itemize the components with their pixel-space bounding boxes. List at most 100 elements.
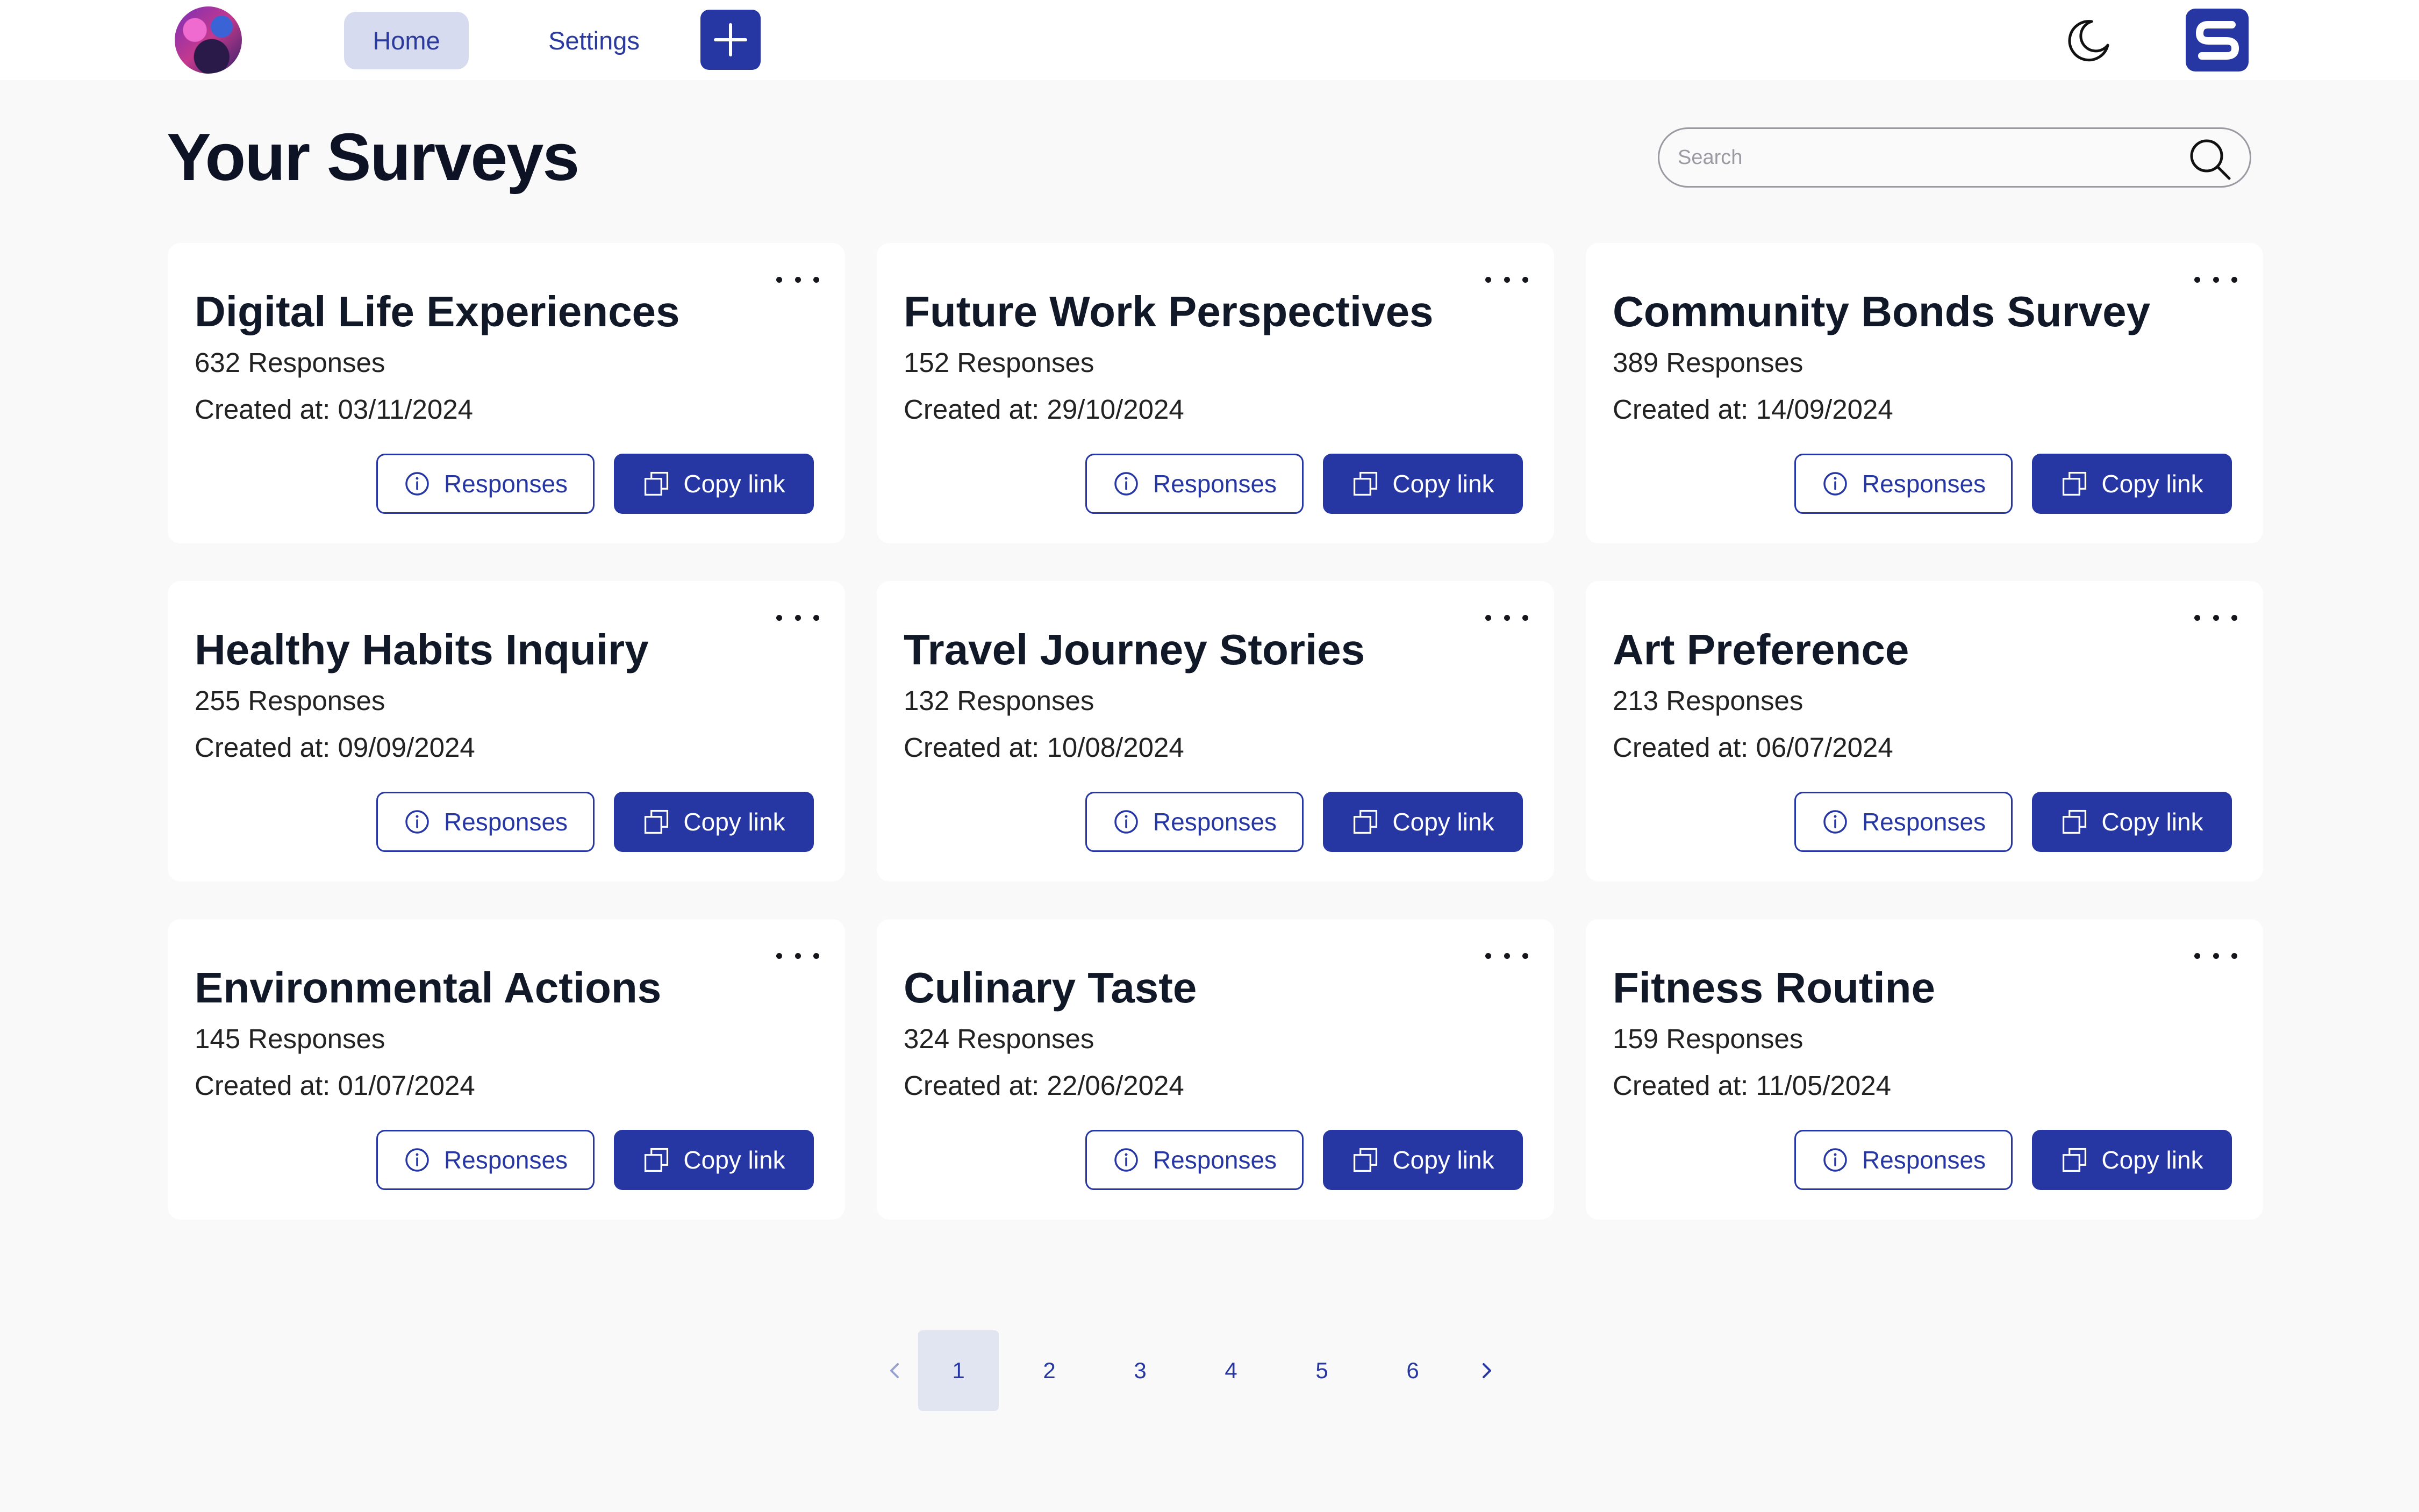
card-menu-button[interactable]	[776, 269, 819, 290]
menu-dot	[795, 952, 801, 959]
card-menu-button[interactable]	[1485, 607, 1528, 628]
copy-link-button[interactable]: Copy link	[2032, 1130, 2232, 1190]
responses-button[interactable]: Responses	[1794, 792, 2013, 852]
card-menu-button[interactable]	[2194, 269, 2237, 290]
response-count: 389 Responses	[1613, 347, 1803, 378]
card-menu-button[interactable]	[1485, 945, 1528, 966]
survey-card: Art Preference 213 Responses Created at:…	[1586, 581, 2263, 882]
survey-card: Fitness Routine 159 Responses Created at…	[1586, 919, 2263, 1220]
responses-button-label: Responses	[1862, 808, 1986, 836]
responses-button-label: Responses	[443, 1146, 568, 1174]
responses-button[interactable]: Responses	[1085, 454, 1304, 514]
info-icon	[1823, 472, 1847, 496]
theme-toggle-button[interactable]	[2063, 15, 2114, 66]
response-count: 159 Responses	[1613, 1023, 1803, 1054]
menu-dot	[2194, 276, 2200, 283]
responses-button[interactable]: Responses	[376, 1130, 595, 1190]
survey-card: Environmental Actions 145 Responses Crea…	[168, 919, 845, 1220]
response-count: 152 Responses	[904, 347, 1094, 378]
copy-link-button[interactable]: Copy link	[614, 792, 814, 852]
copy-link-button[interactable]: Copy link	[614, 454, 814, 514]
page-4-button[interactable]: 4	[1191, 1330, 1271, 1411]
prev-page-button[interactable]	[871, 1330, 918, 1411]
card-menu-button[interactable]	[776, 945, 819, 966]
responses-button[interactable]: Responses	[1794, 1130, 2013, 1190]
survey-title: Future Work Perspectives	[904, 288, 1434, 335]
copy-link-button[interactable]: Copy link	[2032, 454, 2232, 514]
brand-logo[interactable]	[2186, 9, 2249, 71]
copy-link-button-label: Copy link	[1392, 808, 1494, 836]
copy-icon	[1354, 1148, 1378, 1172]
info-icon	[1114, 1148, 1138, 1172]
page-3-button[interactable]: 3	[1100, 1330, 1180, 1411]
menu-dot	[1485, 952, 1491, 959]
responses-button-label: Responses	[1153, 470, 1277, 498]
copy-icon	[645, 1148, 669, 1172]
page-2-button[interactable]: 2	[1009, 1330, 1090, 1411]
copy-link-button[interactable]: Copy link	[1323, 454, 1523, 514]
copy-link-button[interactable]: Copy link	[1323, 1130, 1523, 1190]
survey-title: Healthy Habits Inquiry	[195, 626, 649, 673]
survey-grid: Digital Life Experiences 632 Responses C…	[168, 243, 2263, 1220]
response-count: 213 Responses	[1613, 685, 1803, 716]
card-menu-button[interactable]	[1485, 269, 1528, 290]
card-menu-button[interactable]	[2194, 607, 2237, 628]
search-icon[interactable]	[2186, 135, 2234, 183]
card-actions: Responses Copy link	[1085, 792, 1523, 852]
next-page-button[interactable]	[1463, 1330, 1511, 1411]
tab-home[interactable]: Home	[344, 12, 469, 69]
card-actions: Responses Copy link	[376, 454, 814, 514]
card-actions: Responses Copy link	[1794, 1130, 2232, 1190]
menu-dot	[795, 614, 801, 621]
search-input[interactable]	[1677, 135, 2163, 180]
survey-title: Travel Journey Stories	[904, 626, 1365, 673]
menu-dot	[776, 276, 782, 283]
avatar[interactable]	[175, 6, 242, 74]
card-actions: Responses Copy link	[1794, 792, 2232, 852]
responses-button-label: Responses	[1153, 1146, 1277, 1174]
card-menu-button[interactable]	[776, 607, 819, 628]
copy-link-button[interactable]: Copy link	[1323, 792, 1523, 852]
info-icon	[1114, 810, 1138, 834]
survey-title: Environmental Actions	[195, 964, 662, 1012]
page-1-button[interactable]: 1	[918, 1330, 999, 1411]
survey-title: Art Preference	[1613, 626, 1909, 673]
add-survey-button[interactable]	[700, 10, 761, 70]
responses-button[interactable]: Responses	[376, 454, 595, 514]
card-actions: Responses Copy link	[1085, 454, 1523, 514]
page-6-button[interactable]: 6	[1372, 1330, 1453, 1411]
response-count: 255 Responses	[195, 685, 385, 716]
copy-icon	[645, 809, 669, 834]
copy-link-button[interactable]: Copy link	[2032, 792, 2232, 852]
copy-link-button-label: Copy link	[1392, 1146, 1494, 1174]
menu-dot	[2213, 614, 2219, 621]
card-actions: Responses Copy link	[376, 1130, 814, 1190]
menu-dot	[795, 276, 801, 283]
responses-button-label: Responses	[1862, 1146, 1986, 1174]
search-bar	[1658, 127, 2251, 188]
responses-button[interactable]: Responses	[1085, 1130, 1304, 1190]
responses-button[interactable]: Responses	[376, 792, 595, 852]
created-date: Created at: 01/07/2024	[195, 1070, 475, 1101]
info-icon	[1114, 472, 1138, 496]
menu-dot	[1504, 614, 1510, 621]
tab-settings[interactable]: Settings	[516, 12, 672, 69]
menu-dot	[2231, 952, 2237, 959]
page-title: Your Surveys	[167, 120, 579, 195]
card-menu-button[interactable]	[2194, 945, 2237, 966]
survey-title: Community Bonds Survey	[1613, 288, 2151, 335]
menu-dot	[2231, 276, 2237, 283]
menu-dot	[776, 952, 782, 959]
menu-dot	[1485, 276, 1491, 283]
page-5-button[interactable]: 5	[1282, 1330, 1362, 1411]
created-date: Created at: 11/05/2024	[1613, 1070, 1891, 1101]
responses-button[interactable]: Responses	[1794, 454, 2013, 514]
page-numbers: 123456	[918, 1330, 1463, 1411]
responses-button[interactable]: Responses	[1085, 792, 1304, 852]
copy-link-button[interactable]: Copy link	[614, 1130, 814, 1190]
response-count: 632 Responses	[195, 347, 385, 378]
menu-dot	[1485, 614, 1491, 621]
survey-title: Culinary Taste	[904, 964, 1197, 1012]
copy-icon	[2063, 809, 2087, 834]
created-date: Created at: 03/11/2024	[195, 394, 473, 425]
